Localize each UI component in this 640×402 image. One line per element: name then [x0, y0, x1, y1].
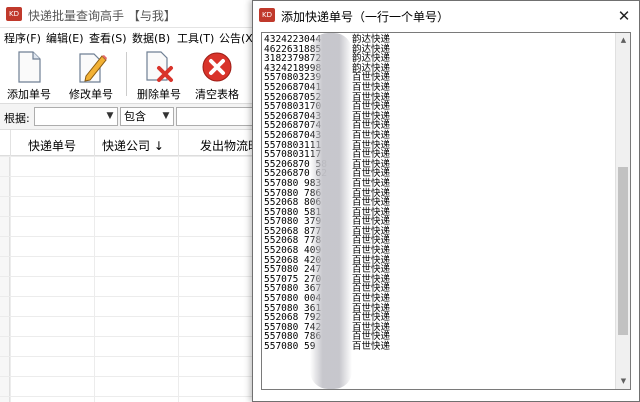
clear-table-button[interactable]: 清空表格 — [188, 50, 246, 102]
vertical-scrollbar[interactable]: ▲ ▼ — [615, 33, 630, 389]
column-header-dispatch[interactable]: 发出物流时 — [200, 137, 260, 154]
numbers-textarea[interactable]: 4324223044 韵达快递 4622631885 韵达快递 3182379872 韵达… — [261, 32, 631, 390]
document-icon — [18, 51, 41, 83]
edit-number-button[interactable]: 修改单号 — [62, 50, 120, 102]
column-divider — [178, 130, 179, 156]
scrollbar-thumb[interactable] — [618, 167, 628, 335]
dialog-title-bar[interactable]: KD 添加快递单号（一行一个单号） ✕ — [253, 1, 639, 31]
add-number-label: 添加单号 — [7, 88, 51, 101]
close-button[interactable]: ✕ — [613, 5, 635, 27]
tracking-number: 557080 59 — [264, 341, 316, 352]
add-number-button[interactable]: 添加单号 — [0, 50, 58, 102]
menu-edit[interactable]: 编辑(E) — [46, 30, 84, 46]
column-header-number[interactable]: 快递单号 — [28, 137, 76, 154]
edit-number-label: 修改单号 — [69, 88, 113, 101]
document-delete-icon — [146, 51, 173, 82]
clear-table-label: 清空表格 — [195, 88, 239, 101]
scroll-up-icon[interactable]: ▲ — [616, 33, 630, 48]
add-numbers-dialog: KD 添加快递单号（一行一个单号） ✕ 4324223044 韵达快递 462263… — [252, 0, 640, 402]
delete-number-button[interactable]: 删除单号 — [130, 50, 188, 102]
close-icon: ✕ — [617, 7, 631, 25]
menu-view[interactable]: 查看(S) — [89, 30, 127, 46]
menu-tools[interactable]: 工具(T) — [177, 30, 214, 46]
chevron-down-icon: ▼ — [162, 111, 170, 121]
main-window-title: 快递批量查询高手 【与我】 — [28, 9, 176, 23]
column-header-carrier[interactable]: 快递公司 ↓ — [102, 137, 164, 154]
filter-label: 根据: — [4, 112, 30, 125]
pencil-document-icon — [79, 53, 107, 83]
toolbar-separator — [126, 52, 127, 96]
clear-x-icon — [202, 52, 232, 82]
column-divider — [10, 130, 11, 156]
privacy-blur — [310, 33, 352, 389]
filter-match-select[interactable]: 包含 ▼ — [120, 107, 174, 126]
scroll-down-icon[interactable]: ▼ — [616, 374, 630, 389]
column-divider — [94, 130, 95, 156]
dialog-title: 添加快递单号（一行一个单号） — [281, 10, 450, 24]
filter-field-select[interactable]: ▼ — [34, 107, 118, 126]
carrier-name: 百世快递 — [352, 341, 391, 352]
filter-match-value: 包含 — [124, 110, 146, 123]
app-logo-icon: KD — [259, 8, 275, 22]
menu-data[interactable]: 数据(B) — [132, 30, 170, 46]
app-logo-icon: KD — [6, 7, 22, 21]
chevron-down-icon: ▼ — [106, 111, 114, 121]
menu-program[interactable]: 程序(F) — [4, 30, 41, 46]
delete-number-label: 删除单号 — [137, 88, 181, 101]
